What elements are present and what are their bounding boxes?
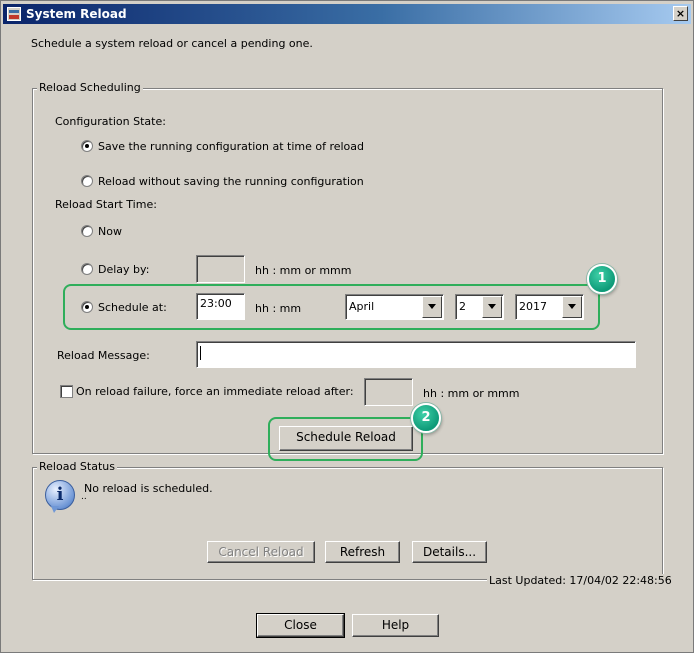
dialog-description: Schedule a system reload or cancel a pen…	[31, 37, 313, 50]
force-reload-checkbox[interactable]	[60, 385, 73, 398]
day-value: 2	[459, 300, 466, 313]
schedule-at-radio[interactable]	[81, 301, 93, 313]
schedule-reload-button[interactable]: Schedule Reload	[279, 426, 413, 451]
title-bar[interactable]: System Reload ×	[3, 4, 691, 24]
now-radio[interactable]	[81, 225, 93, 237]
save-config-radio[interactable]	[81, 140, 93, 152]
delay-input[interactable]	[196, 255, 245, 283]
no-save-label[interactable]: Reload without saving the running config…	[98, 175, 364, 188]
details-button[interactable]: Details...	[412, 541, 487, 563]
schedule-at-label[interactable]: Schedule at:	[98, 301, 167, 314]
app-icon	[7, 7, 21, 21]
last-updated-text: Last Updated: 17/04/02 22:48:56	[487, 574, 674, 587]
reload-start-time-label: Reload Start Time:	[55, 198, 157, 211]
year-value: 2017	[519, 300, 547, 313]
system-reload-dialog: System Reload × Schedule a system reload…	[0, 0, 694, 653]
step-1-badge: 1	[587, 264, 617, 294]
day-select[interactable]: 2	[455, 294, 504, 320]
close-button[interactable]: Close	[256, 613, 345, 638]
configuration-state-label: Configuration State:	[55, 115, 166, 128]
force-reload-hint: hh : mm or mmm	[423, 387, 520, 400]
close-window-button[interactable]: ×	[673, 6, 688, 21]
window-title: System Reload	[26, 7, 127, 21]
force-reload-label[interactable]: On reload failure, force an immediate re…	[76, 385, 354, 398]
year-select[interactable]: 2017	[515, 294, 584, 320]
delay-label[interactable]: Delay by:	[98, 263, 149, 276]
schedule-time-hint: hh : mm	[255, 302, 302, 315]
info-icon: i	[45, 480, 75, 513]
reload-message-input[interactable]	[196, 341, 636, 368]
text-caret	[200, 346, 201, 360]
month-select[interactable]: April	[345, 294, 444, 320]
now-label[interactable]: Now	[98, 225, 122, 238]
help-button[interactable]: Help	[352, 614, 439, 637]
step-2-badge: 2	[411, 403, 441, 433]
no-save-radio[interactable]	[81, 175, 93, 187]
chevron-down-icon[interactable]	[422, 296, 442, 318]
delay-radio[interactable]	[81, 263, 93, 275]
schedule-time-input[interactable]: 23:00	[196, 293, 245, 320]
reload-status-legend: Reload Status	[37, 460, 117, 473]
force-reload-input[interactable]	[364, 378, 413, 406]
chevron-down-icon[interactable]	[482, 296, 502, 318]
chevron-down-icon[interactable]	[562, 296, 582, 318]
cancel-reload-button[interactable]: Cancel Reload	[207, 541, 315, 563]
delay-hint: hh : mm or mmm	[255, 264, 352, 277]
reload-status-detail: ..	[81, 492, 87, 502]
month-value: April	[349, 300, 375, 313]
reload-message-label: Reload Message:	[57, 349, 150, 362]
reload-status-message: No reload is scheduled.	[84, 482, 213, 495]
save-config-label[interactable]: Save the running configuration at time o…	[98, 140, 364, 153]
reload-scheduling-legend: Reload Scheduling	[37, 81, 143, 94]
refresh-button[interactable]: Refresh	[325, 541, 400, 563]
